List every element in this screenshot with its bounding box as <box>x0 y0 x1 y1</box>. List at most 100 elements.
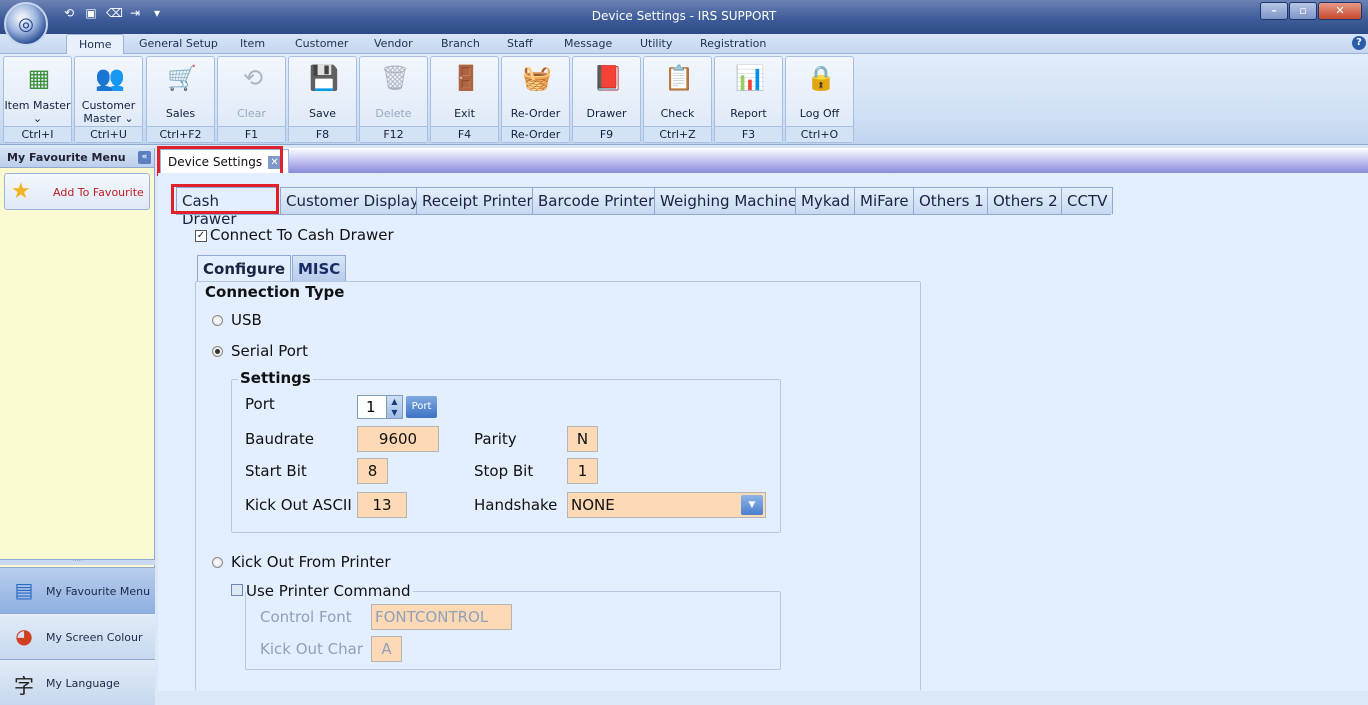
tab-item[interactable]: Item <box>240 37 265 50</box>
log-off-shortcut: Ctrl+O <box>786 126 853 142</box>
delete-shortcut: F12 <box>360 126 427 142</box>
reorder-shortcut: Re-Order <box>502 126 569 142</box>
tab-cash-drawer[interactable]: Cash Drawer <box>176 187 277 228</box>
tab-message[interactable]: Message <box>564 37 612 50</box>
tab-general-setup[interactable]: General Setup <box>139 37 218 50</box>
delete-button[interactable]: 🗑 Delete F12 <box>359 56 428 143</box>
sidebar-item-my-language[interactable]: 字 My Language <box>0 659 155 705</box>
report-label: Report <box>730 107 767 120</box>
use-printer-command-checkbox[interactable] <box>231 584 243 596</box>
tab-others-1[interactable]: Others 1 <box>913 187 990 214</box>
tab-registration[interactable]: Registration <box>700 37 766 50</box>
sales-button[interactable]: 🛒 Sales Ctrl+F2 <box>146 56 215 143</box>
save-shortcut: F8 <box>289 126 356 142</box>
clear-icon: ⟲ <box>242 64 264 92</box>
usb-label: USB <box>231 311 262 329</box>
favourite-menu-icon: ▤ <box>14 578 34 602</box>
delete-label: Delete <box>375 107 412 120</box>
drawer-button[interactable]: 📕 Drawer F9 <box>572 56 641 143</box>
port-label: Port <box>245 395 275 413</box>
sidebar-item-my-favourite-menu[interactable]: ▤ My Favourite Menu <box>0 567 155 613</box>
tab-receipt-printer[interactable]: Receipt Printer <box>416 187 539 214</box>
sales-label: Sales <box>165 107 196 120</box>
customer-master-button[interactable]: 👥 Customer Master ⌄ Ctrl+U <box>74 56 143 143</box>
close-tab-icon[interactable]: ✕ <box>268 156 282 169</box>
tab-configure[interactable]: Configure <box>197 255 292 281</box>
sidebar-item-label: My Language <box>46 677 120 690</box>
control-font-field[interactable]: FONTCONTROL <box>371 604 512 630</box>
tab-barcode-printer[interactable]: Barcode Printer <box>532 187 661 214</box>
stop-bit-field[interactable]: 1 <box>567 458 598 484</box>
tab-others-2[interactable]: Others 2 <box>987 187 1064 214</box>
reorder-button[interactable]: 🧺 Re-Order Re-Order <box>501 56 570 143</box>
spin-up-down-icon[interactable]: ▲ ▼ <box>386 396 402 418</box>
collapse-icon[interactable]: « <box>138 151 151 164</box>
close-button[interactable]: ✕ <box>1318 2 1362 20</box>
lock-icon: 🔒 <box>806 64 836 92</box>
tab-customer[interactable]: Customer <box>295 37 348 50</box>
customer-master-shortcut: Ctrl+U <box>75 126 142 142</box>
port-button[interactable]: Port <box>406 396 437 418</box>
connection-type-title: Connection Type <box>203 283 347 301</box>
clear-label: Clear <box>237 107 266 120</box>
sidebar-splitter[interactable]: ····· <box>0 559 155 565</box>
check-label: Check <box>660 107 695 120</box>
tab-staff[interactable]: Staff <box>507 37 533 50</box>
start-bit-label: Start Bit <box>245 462 307 480</box>
tab-customer-display[interactable]: Customer Display <box>280 187 425 214</box>
color-palette-icon: ◕ <box>15 624 33 648</box>
application-orb-button[interactable]: ◎ <box>4 2 48 46</box>
tab-mykad[interactable]: Mykad <box>795 187 856 214</box>
add-to-favourite-button[interactable]: ★ Add To Favourite <box>4 173 150 210</box>
tab-vendor[interactable]: Vendor <box>374 37 413 50</box>
parity-field[interactable]: N <box>567 426 598 452</box>
item-master-button[interactable]: ▦ Item Master ⌄ Ctrl+I <box>3 56 72 143</box>
maximize-button[interactable]: ▫ <box>1289 2 1317 20</box>
customer-master-label: Customer Master ⌄ <box>81 99 136 125</box>
ribbon-toolbar: ▦ Item Master ⌄ Ctrl+I 👥 Customer Master… <box>0 54 1368 145</box>
sidebar-item-label: My Screen Colour <box>46 631 143 644</box>
tab-mifare[interactable]: MiFare <box>854 187 915 214</box>
log-off-label: Log Off <box>799 107 840 120</box>
usb-radio[interactable] <box>212 315 223 326</box>
tab-utility[interactable]: Utility <box>640 37 672 50</box>
tab-cctv[interactable]: CCTV <box>1061 187 1114 214</box>
sidebar-item-my-screen-colour[interactable]: ◕ My Screen Colour <box>0 613 155 659</box>
printer-command-group <box>245 591 781 670</box>
report-button[interactable]: 📊 Report F3 <box>714 56 783 143</box>
log-off-button[interactable]: 🔒 Log Off Ctrl+O <box>785 56 854 143</box>
handshake-value: NONE <box>571 496 615 514</box>
kick-out-from-printer-radio[interactable] <box>212 557 223 568</box>
exit-button[interactable]: 🚪 Exit F4 <box>430 56 499 143</box>
help-icon[interactable]: ? <box>1352 36 1366 50</box>
drawer-shortcut: F9 <box>573 126 640 142</box>
connect-cash-drawer-checkbox[interactable]: ✓ <box>195 230 207 242</box>
baudrate-field[interactable]: 9600 <box>357 426 439 452</box>
clear-shortcut: F1 <box>218 126 285 142</box>
customer-master-icon: 👥 <box>95 64 125 92</box>
kick-out-ascii-field[interactable]: 13 <box>357 492 407 518</box>
handshake-select[interactable]: NONE ▼ <box>567 492 766 518</box>
tab-weighing-machine[interactable]: Weighing Machine <box>654 187 804 214</box>
save-button[interactable]: 💾 Save F8 <box>288 56 357 143</box>
clear-button[interactable]: ⟲ Clear F1 <box>217 56 286 143</box>
port-value: 1 <box>366 398 376 416</box>
star-add-icon: ★ <box>11 179 31 204</box>
start-bit-field[interactable]: 8 <box>357 458 388 484</box>
serial-port-radio[interactable] <box>212 346 223 357</box>
minimize-button[interactable]: – <box>1260 2 1288 20</box>
baudrate-label: Baudrate <box>245 430 314 448</box>
shopping-cart-icon: 🛒 <box>167 64 197 92</box>
exit-shortcut: F4 <box>431 126 498 142</box>
stop-bit-label: Stop Bit <box>474 462 534 480</box>
report-shortcut: F3 <box>715 126 782 142</box>
kick-out-char-field[interactable]: A <box>371 636 402 662</box>
tab-home[interactable]: Home <box>66 34 125 55</box>
tab-device-settings[interactable]: Device Settings ✕ <box>160 149 290 174</box>
chevron-down-icon[interactable]: ▼ <box>741 495 763 515</box>
window-title: Device Settings - IRS SUPPORT <box>591 9 777 23</box>
tab-branch[interactable]: Branch <box>441 37 480 50</box>
port-stepper[interactable]: 1 ▲ ▼ <box>357 395 403 419</box>
check-button[interactable]: 📋 Check Ctrl+Z <box>643 56 712 143</box>
tab-misc[interactable]: MISC <box>292 255 347 281</box>
